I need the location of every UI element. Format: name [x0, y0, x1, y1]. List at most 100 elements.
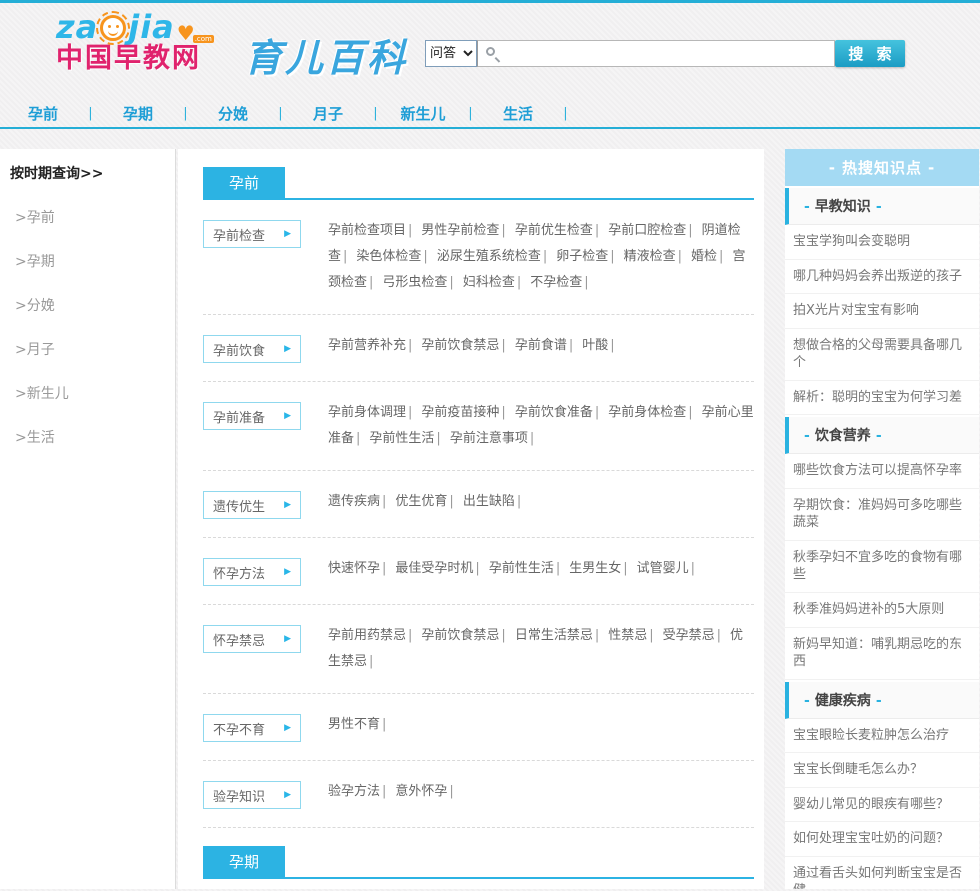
- subtopic-link[interactable]: 受孕禁忌: [663, 628, 715, 643]
- category-row: 怀孕禁忌 ▶ 孕前用药禁忌 | 孕前饮食禁忌 | 日常生活禁忌 | 性禁忌 | 受孕禁忌 | 优生禁…: [203, 604, 754, 693]
- hot-link[interactable]: 新妈早知道：哺乳期忌吃的东西: [785, 628, 979, 680]
- subtopic-link[interactable]: 生男生女: [569, 561, 621, 576]
- subtopic-link[interactable]: 孕前身体检查: [608, 405, 686, 420]
- subtopic-link[interactable]: 男性孕前检查: [421, 223, 499, 238]
- period-filter-item[interactable]: >月子: [10, 339, 165, 359]
- section-header-pre-pregnancy: 孕前: [203, 167, 754, 200]
- category-button[interactable]: 孕前检查 ▶: [203, 220, 301, 248]
- hot-link[interactable]: 宝宝长倒睫毛怎么办？: [785, 753, 979, 788]
- nav-link[interactable]: 孕期: [107, 103, 169, 124]
- section-tab[interactable]: 孕前: [203, 167, 286, 198]
- hot-link[interactable]: 宝宝眼睑长麦粒肿怎么治疗: [785, 719, 979, 754]
- link-separator: |: [423, 249, 428, 264]
- hot-link[interactable]: 想做合格的父母需要具备哪几个: [785, 329, 979, 381]
- subtopic-link[interactable]: 孕前性生活: [369, 431, 434, 446]
- category-button[interactable]: 怀孕方法 ▶: [203, 558, 301, 586]
- subtopic-link[interactable]: 不孕检查: [530, 275, 582, 290]
- link-separator: |: [623, 561, 628, 576]
- nav-link[interactable]: 孕前: [12, 103, 74, 124]
- period-filter-item[interactable]: >孕前: [10, 207, 165, 227]
- subtopic-link[interactable]: 孕前饮食禁忌: [421, 628, 499, 643]
- subtopic-link[interactable]: 孕前注意事项: [450, 431, 528, 446]
- hot-link[interactable]: 秋季准妈妈进补的5大原则: [785, 593, 979, 628]
- hot-link[interactable]: 哪些饮食方法可以提高怀孕率: [785, 454, 979, 489]
- hot-link[interactable]: 如何处理宝宝吐奶的问题？: [785, 822, 979, 857]
- subtopic-link[interactable]: 性禁忌: [608, 628, 647, 643]
- category-button[interactable]: 遗传优生 ▶: [203, 491, 301, 519]
- hot-link[interactable]: 解析：聪明的宝宝为何学习差: [785, 381, 979, 416]
- link-separator: |: [529, 431, 535, 446]
- category-button[interactable]: 不孕不育 ▶: [203, 714, 301, 742]
- subtopic-link[interactable]: 孕前饮食禁忌: [421, 338, 499, 353]
- category-button[interactable]: 孕前饮食 ▶: [203, 335, 301, 363]
- subtopic-link[interactable]: 日常生活禁忌: [515, 628, 593, 643]
- section-tab[interactable]: 孕期: [203, 846, 286, 877]
- subtopic-link[interactable]: 孕前性生活: [489, 561, 554, 576]
- link-separator: |: [501, 628, 506, 643]
- page-header: za jia ♥ .com 中国早教网 育儿百科 问答 搜 索: [0, 3, 980, 99]
- subtopic-link[interactable]: 遗传疾病: [328, 494, 380, 509]
- arrow-right-icon: ▶: [284, 500, 291, 510]
- period-filter-heading[interactable]: 按时期查询>>: [10, 163, 165, 183]
- period-filter-item[interactable]: >孕期: [10, 251, 165, 271]
- subtopic-link[interactable]: 泌尿生殖系统检查: [437, 249, 541, 264]
- subtopic-link[interactable]: 孕前身体调理: [328, 405, 406, 420]
- subtopic-link[interactable]: 优生优育: [395, 494, 447, 509]
- subtopic-link[interactable]: 孕前用药禁忌: [328, 628, 406, 643]
- category-button[interactable]: 怀孕禁忌 ▶: [203, 625, 301, 653]
- subtopic-link[interactable]: 试管婴儿: [637, 561, 689, 576]
- category-button[interactable]: 验孕知识 ▶: [203, 781, 301, 809]
- subtopic-link[interactable]: 孕前口腔检查: [608, 223, 686, 238]
- subtopic-link[interactable]: 孕前饮食准备: [515, 405, 593, 420]
- hot-link[interactable]: 拍X光片对宝宝有影响: [785, 294, 979, 329]
- subtopic-link[interactable]: 叶酸: [582, 338, 608, 353]
- category-button[interactable]: 孕前准备 ▶: [203, 402, 301, 430]
- subtopic-link[interactable]: 精液检查: [624, 249, 676, 264]
- link-separator: |: [382, 717, 387, 732]
- nav-link[interactable]: 生活: [487, 103, 549, 124]
- subtopic-link[interactable]: 最佳受孕时机: [395, 561, 473, 576]
- subtopic-link[interactable]: 男性不育: [328, 717, 380, 732]
- hot-section-title-early-education: - 早教知识 -: [785, 188, 979, 225]
- subtopic-link[interactable]: 孕前检查项目: [328, 223, 406, 238]
- hot-link[interactable]: 秋季孕妇不宜多吃的食物有哪些: [785, 541, 979, 594]
- hot-link[interactable]: 宝宝学狗叫会变聪明: [785, 225, 979, 260]
- hot-link[interactable]: 哪几种妈妈会养出叛逆的孩子: [785, 260, 979, 295]
- hot-link[interactable]: 通过看舌头如何判断宝宝是否健: [785, 857, 979, 889]
- site-logo[interactable]: za jia ♥ .com 中国早教网: [56, 11, 236, 74]
- sun-smiley-icon: [96, 11, 131, 45]
- subtopic-link[interactable]: 孕前食谱: [515, 338, 567, 353]
- period-filter-item[interactable]: >生活: [10, 427, 165, 447]
- link-separator: |: [594, 223, 600, 238]
- link-separator: |: [382, 561, 387, 576]
- nav-link[interactable]: 月子: [297, 103, 359, 124]
- subtopic-link[interactable]: 验孕方法: [328, 784, 380, 799]
- subtopic-link[interactable]: 染色体检查: [356, 249, 421, 264]
- nav-link[interactable]: 新生儿: [392, 103, 454, 124]
- period-filter-item[interactable]: >分娩: [10, 295, 165, 315]
- page-title[interactable]: 育儿百科: [244, 27, 408, 82]
- subtopic-link[interactable]: 孕前疫苗接种: [421, 405, 499, 420]
- subtopic-link[interactable]: 意外怀孕: [395, 784, 447, 799]
- subtopic-link[interactable]: 快速怀孕: [328, 561, 380, 576]
- hot-link[interactable]: 婴幼儿常见的眼疾有哪些？: [785, 788, 979, 823]
- link-separator: |: [716, 628, 722, 643]
- search-input[interactable]: [478, 41, 834, 66]
- subtopic-link[interactable]: 婚检: [691, 249, 717, 264]
- subtopic-link[interactable]: 孕前营养补充: [328, 338, 406, 353]
- nav-link[interactable]: 分娩: [202, 103, 264, 124]
- hot-section-label: 健康疾病: [814, 692, 871, 709]
- search-button[interactable]: 搜 索: [835, 40, 905, 67]
- subtopic-link[interactable]: 弓形虫检查: [382, 275, 447, 290]
- hot-link[interactable]: 孕期饮食：准妈妈可多吃哪些蔬菜: [785, 489, 979, 541]
- period-filter-item[interactable]: >新生儿: [10, 383, 165, 403]
- category-row: 胎儿发育 ▶ 胎儿发育过程|: [203, 879, 754, 889]
- arrow-right-icon: ▶: [284, 411, 291, 421]
- subtopic-link[interactable]: 妇科检查: [463, 275, 515, 290]
- logo-com-badge: .com: [192, 35, 214, 43]
- subtopic-link[interactable]: 出生缺陷: [463, 494, 515, 509]
- subtopic-link[interactable]: 孕前优生检查: [515, 223, 593, 238]
- subtopic-link[interactable]: 卵子检查: [556, 249, 608, 264]
- search-category-select[interactable]: 问答: [425, 40, 477, 67]
- subtopic-links: 孕前身体调理 | 孕前疫苗接种 | 孕前饮食准备 | 孕前身体检查 | 孕前心里准备 | 孕前性生活…: [328, 400, 754, 452]
